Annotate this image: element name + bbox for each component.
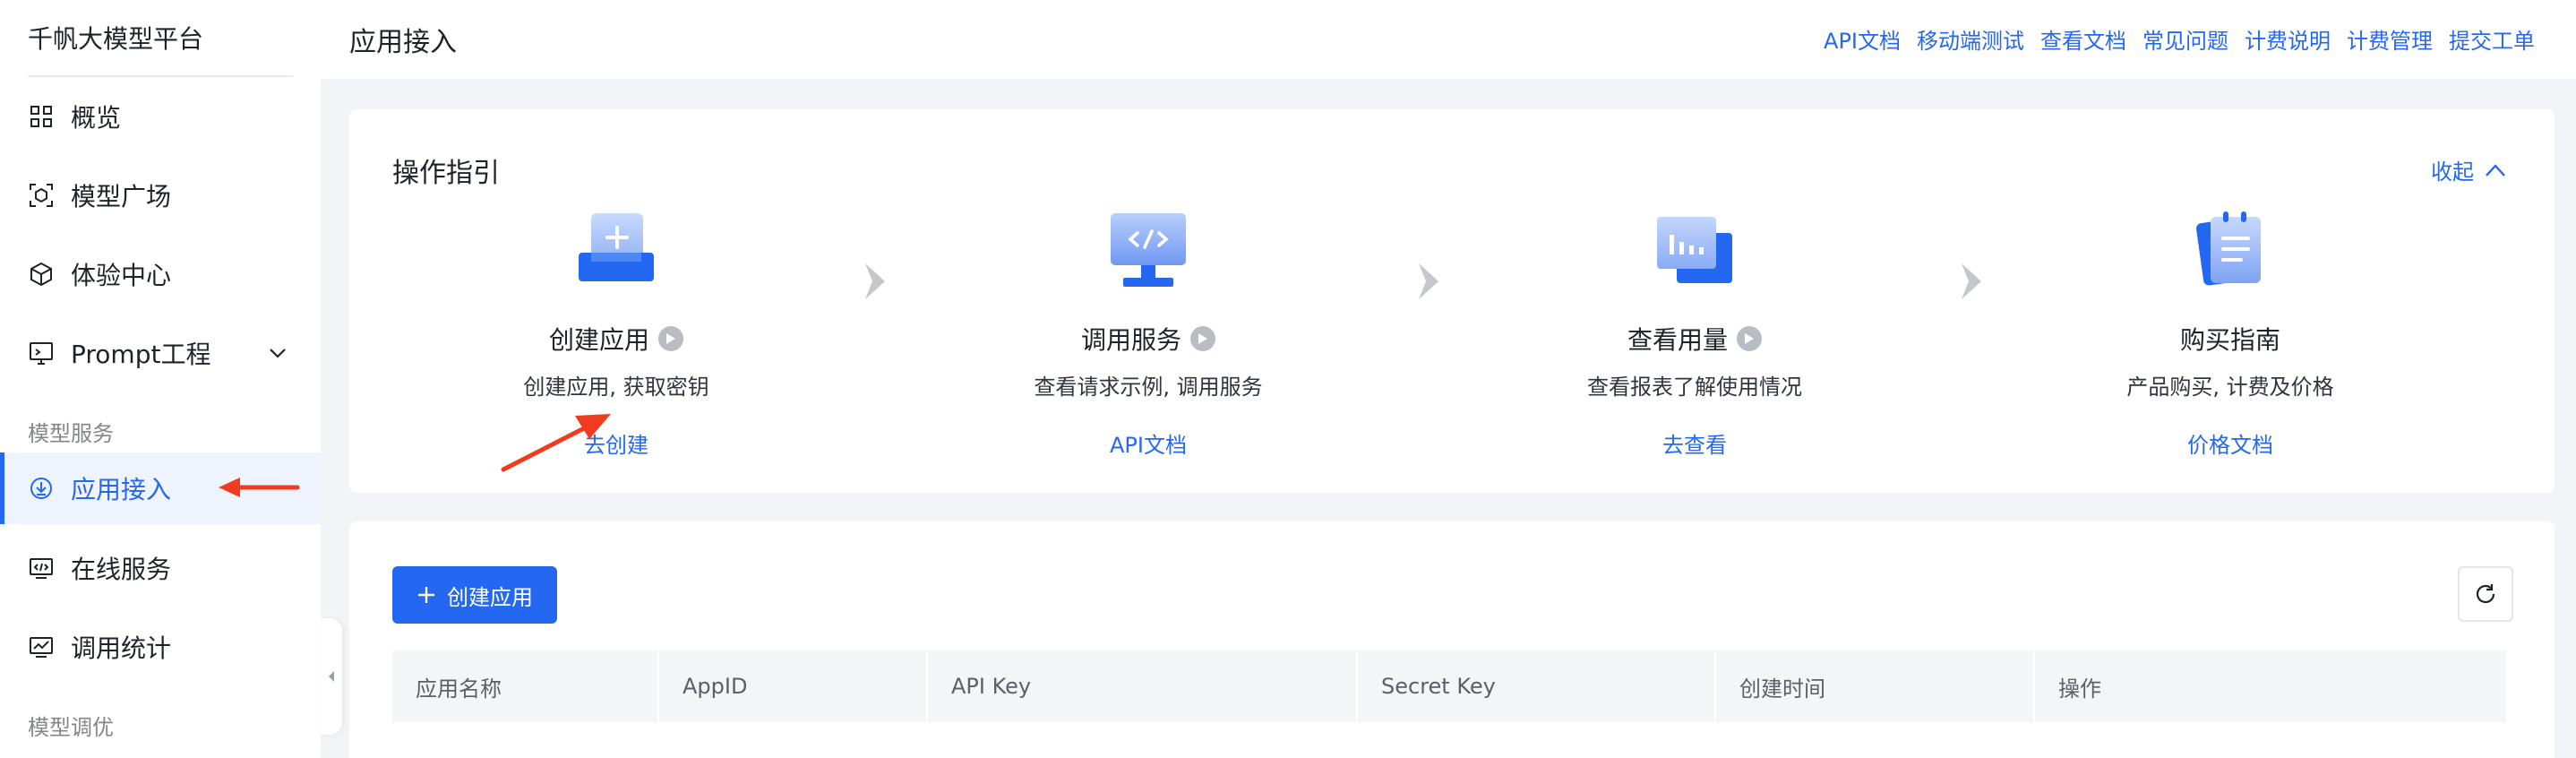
page-title: 应用接入	[349, 27, 457, 58]
step-arrow-icon	[1419, 263, 1438, 299]
step-title: 调用服务	[1080, 325, 1181, 355]
online-service-icon	[28, 555, 55, 581]
sidebar-item-experience-center[interactable]: 体验中心	[0, 238, 321, 310]
step-description: 查看报表了解使用情况	[1587, 375, 1802, 400]
guide-step-view-usage: 查看用量 查看报表了解使用情况 去查看	[1507, 208, 1883, 459]
chevron-down-icon[interactable]	[267, 342, 288, 364]
link-submit-ticket[interactable]: 提交工单	[2449, 23, 2535, 55]
column-header-app-name[interactable]: 应用名称	[392, 650, 659, 722]
sidebar-item-call-stats[interactable]: 调用统计	[0, 611, 321, 683]
sidebar-item-model-square[interactable]: 模型广场	[0, 159, 321, 231]
create-app-button[interactable]: 创建应用	[392, 566, 557, 624]
step-link-api-docs[interactable]: API文档	[1110, 427, 1187, 459]
sidebar-item-label: 概览	[71, 103, 122, 133]
guide-step-call-service: 调用服务 查看请求示例, 调用服务 API文档	[960, 208, 1336, 459]
step-title: 购买指南	[2179, 325, 2280, 355]
cube-icon	[28, 261, 55, 288]
sidebar-collapse-handle[interactable]	[321, 618, 342, 735]
sidebar-item-prompt[interactable]: Prompt工程	[0, 317, 321, 389]
chevron-left-icon	[329, 671, 334, 682]
step-link-go-view[interactable]: 去查看	[1662, 427, 1727, 459]
step-description: 创建应用, 获取密钥	[523, 375, 709, 400]
link-faq[interactable]: 常见问题	[2142, 23, 2228, 55]
sidebar-item-label: 调用统计	[71, 633, 172, 663]
plus-icon	[418, 587, 434, 603]
call-service-illustration	[1111, 213, 1186, 287]
operation-guide-card: 操作指引 收起 创建应用 创建应用, 获取密钥 去创建 调用服务 查看请求示例,…	[349, 109, 2555, 493]
play-video-icon[interactable]	[1737, 326, 1762, 351]
refresh-button[interactable]	[2458, 566, 2513, 622]
step-link-price-docs[interactable]: 价格文档	[2187, 427, 2273, 459]
step-arrow-icon	[1962, 263, 1981, 299]
annotation-arrow-left	[219, 478, 300, 497]
refresh-icon	[2476, 584, 2495, 604]
header-links: API文档 移动端测试 查看文档 常见问题 计费说明 计费管理 提交工单	[1824, 23, 2535, 55]
sidebar-item-label: 模型广场	[71, 182, 172, 211]
sidebar: 千帆大模型平台 概览 模型广场 体验中心 Prompt工程 模型服务 应用接入 …	[0, 0, 321, 758]
prompt-icon	[28, 340, 55, 366]
sidebar-item-label: Prompt工程	[71, 340, 211, 369]
link-api-docs[interactable]: API文档	[1824, 23, 1901, 55]
column-header-created-time[interactable]: 创建时间	[1716, 650, 2035, 722]
step-title: 创建应用	[548, 325, 649, 355]
create-app-label: 创建应用	[447, 584, 533, 610]
stats-icon	[28, 633, 55, 660]
top-header: 应用接入 API文档 移动端测试 查看文档 常见问题 计费说明 计费管理 提交工…	[321, 0, 2576, 79]
annotation-arrow-diagonal	[501, 414, 611, 472]
guide-step-purchase: 购买指南 产品购买, 计费及价格 价格文档	[2042, 208, 2418, 459]
sidebar-item-label: 应用接入	[71, 475, 172, 504]
column-header-actions[interactable]: 操作	[2035, 650, 2506, 722]
column-header-appid[interactable]: AppID	[659, 650, 928, 722]
create-app-illustration	[579, 213, 654, 281]
step-description: 产品购买, 计费及价格	[2126, 375, 2334, 400]
apps-card: 创建应用 应用名称 AppID API Key Secret Key 创建时间 …	[349, 521, 2555, 758]
collapse-guide-button[interactable]: 收起	[2431, 154, 2506, 185]
column-header-api-key[interactable]: API Key	[928, 650, 1358, 722]
step-description: 查看请求示例, 调用服务	[1034, 375, 1263, 400]
play-video-icon[interactable]	[1190, 326, 1215, 351]
platform-brand: 千帆大模型平台	[28, 24, 204, 54]
guide-title: 操作指引	[392, 158, 500, 189]
collapse-label: 收起	[2431, 159, 2474, 185]
divider	[28, 75, 293, 77]
step-arrow-icon	[865, 263, 885, 299]
apps-table-header: 应用名称 AppID API Key Secret Key 创建时间 操作	[392, 650, 2506, 722]
app-access-icon	[28, 475, 55, 502]
group-label-model-service: 模型服务	[28, 421, 114, 446]
group-label-model-tuning: 模型调优	[28, 715, 114, 740]
link-billing-manage[interactable]: 计费管理	[2347, 23, 2433, 55]
chevron-up-icon	[2486, 163, 2505, 177]
play-video-icon[interactable]	[658, 326, 683, 351]
sidebar-item-overview[interactable]: 概览	[0, 81, 321, 152]
model-square-icon	[28, 182, 55, 209]
sidebar-item-online-service[interactable]: 在线服务	[0, 532, 321, 604]
sidebar-item-label: 在线服务	[71, 555, 172, 584]
grid-icon	[28, 103, 55, 130]
link-mobile-test[interactable]: 移动端测试	[1917, 23, 2024, 55]
guide-step-create-app: 创建应用 创建应用, 获取密钥 去创建	[428, 208, 804, 459]
usage-illustration	[1657, 217, 1732, 283]
step-title: 查看用量	[1627, 325, 1728, 355]
purchase-guide-illustration	[2196, 211, 2261, 286]
link-view-docs[interactable]: 查看文档	[2040, 23, 2126, 55]
sidebar-item-label: 体验中心	[71, 261, 172, 290]
column-header-secret-key[interactable]: Secret Key	[1358, 650, 1716, 722]
link-billing-info[interactable]: 计费说明	[2245, 23, 2331, 55]
